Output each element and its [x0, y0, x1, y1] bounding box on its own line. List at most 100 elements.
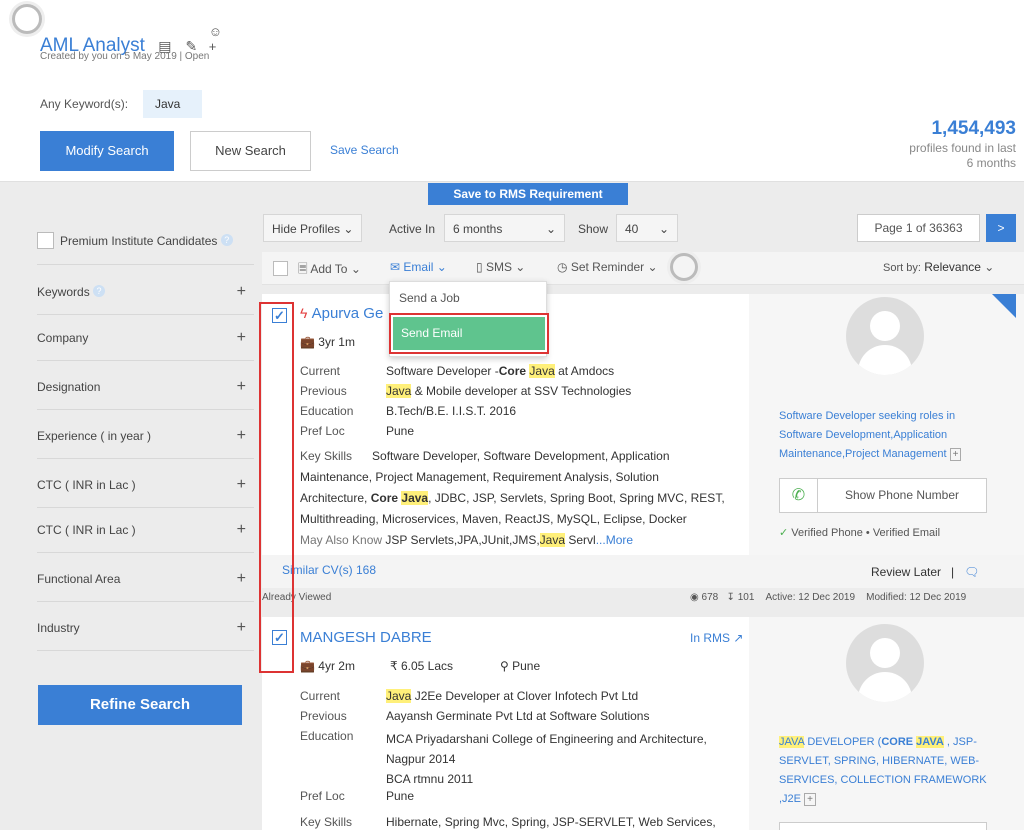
- field-label: Pref Loc: [300, 424, 345, 438]
- expand-icon[interactable]: +: [237, 414, 246, 458]
- field-label: Education: [300, 404, 354, 418]
- show-phone-button[interactable]: [779, 822, 987, 830]
- filter-ctc-expected[interactable]: CTC ( INR in Lac ) +: [37, 508, 254, 553]
- field-label: Current: [300, 364, 341, 378]
- location: ⚲ Pune: [500, 659, 541, 673]
- candidate-name[interactable]: MANGESH DABRE: [300, 629, 432, 646]
- email-menu[interactable]: ✉ Email ⌄: [390, 260, 447, 274]
- similar-cvs-link[interactable]: Similar CV(s) 168: [282, 563, 376, 577]
- active-in-label: Active In: [389, 222, 436, 236]
- education: B.Tech/B.E. I.I.S.T. 2016: [386, 404, 517, 418]
- more-link[interactable]: ...More: [596, 533, 633, 547]
- subtitle: Created by you on 5 May 2019 | Open: [40, 51, 210, 62]
- filter-label: CTC ( INR in Lac ): [37, 523, 136, 537]
- review-later-button[interactable]: Review Later | 🗨: [871, 565, 979, 579]
- expand-icon[interactable]: +: [949, 448, 962, 461]
- filter-label: Company: [37, 331, 89, 345]
- show-phone-button[interactable]: ✆ Show Phone Number: [779, 478, 987, 513]
- avatar: [846, 297, 924, 375]
- send-email-label: Send Email: [393, 317, 545, 350]
- current-role: Software Developer -Core Java at Amdocs: [386, 364, 615, 378]
- add-user-icon[interactable]: ☺+: [209, 24, 225, 54]
- filter-keywords[interactable]: Keywords ? +: [37, 270, 254, 315]
- set-reminder-menu[interactable]: ◷ Set Reminder ⌄: [557, 260, 658, 274]
- filter-industry[interactable]: Industry +: [37, 606, 254, 651]
- comment-icon[interactable]: 🗨: [964, 565, 979, 579]
- filter-label: Industry: [37, 621, 80, 635]
- ctc: ₹ 6.05 Lacs: [390, 659, 454, 673]
- expand-icon[interactable]: +: [237, 316, 246, 360]
- select-all-checkbox[interactable]: [273, 261, 288, 276]
- key-skills: Hibernate, Spring Mvc, Spring, JSP-SERVL…: [386, 815, 716, 829]
- previous-role: Aayansh Germinate Pvt Ltd at Software So…: [386, 709, 650, 723]
- hot-icon: ϟ: [300, 305, 308, 321]
- premium-label: Premium Institute Candidates ?: [60, 234, 233, 248]
- expand-icon[interactable]: +: [237, 606, 246, 650]
- expand-icon[interactable]: +: [237, 557, 246, 601]
- field-label: Pref Loc: [300, 789, 345, 803]
- new-search-button[interactable]: New Search: [190, 131, 311, 171]
- experience: 💼 3yr 1m: [300, 335, 355, 349]
- in-rms-badge[interactable]: In RMS ↗: [690, 631, 743, 645]
- education: MCA Priyadarshani College of Engineering…: [386, 732, 707, 786]
- field-label: Previous: [300, 384, 347, 398]
- save-search-link[interactable]: Save Search: [330, 143, 399, 157]
- profile-count: 1,454,493: [931, 118, 1016, 139]
- phone-icon: ✆: [780, 479, 818, 512]
- save-to-rms-button[interactable]: Save to RMS Requirement: [428, 183, 628, 205]
- filter-experience[interactable]: Experience ( in year ) +: [37, 414, 254, 459]
- show-label: Show: [578, 222, 609, 236]
- field-label: Education: [300, 729, 354, 743]
- next-page-button[interactable]: >: [986, 214, 1016, 242]
- view-stats: ◉ 678 ↧ 101 Active: 12 Dec 2019 Modified…: [690, 592, 967, 603]
- pref-location: Pune: [386, 789, 415, 803]
- pref-location: Pune: [386, 424, 415, 438]
- send-email-option[interactable]: Send Email: [389, 313, 549, 354]
- previous-role: Java & Mobile developer at SSV Technolog…: [386, 384, 632, 398]
- filter-label: Keywords: [37, 285, 90, 299]
- touch-ripple: [12, 4, 42, 34]
- touch-ripple: [670, 253, 698, 281]
- send-job-option[interactable]: Send a Job: [399, 291, 460, 305]
- expand-icon[interactable]: +: [237, 365, 246, 409]
- show-count-select[interactable]: 40 ⌄: [616, 214, 678, 242]
- field-label: Previous: [300, 709, 347, 723]
- selection-highlight: [259, 302, 294, 673]
- headline[interactable]: JAVA DEVELOPER (CORE JAVA , JSP- SERVLET…: [779, 733, 1004, 809]
- filter-designation[interactable]: Designation +: [37, 365, 254, 410]
- experience: 💼 4yr 2m: [300, 659, 355, 673]
- sort-by-dropdown[interactable]: Sort by: Relevance ⌄: [883, 260, 994, 274]
- expand-icon[interactable]: +: [804, 793, 816, 806]
- filter-functional-area[interactable]: Functional Area +: [37, 557, 254, 602]
- active-in-select[interactable]: 6 months ⌄: [444, 214, 565, 242]
- field-label: Current: [300, 689, 341, 703]
- new-badge: [992, 294, 1016, 318]
- divider: [37, 264, 254, 265]
- help-icon[interactable]: ?: [93, 285, 106, 297]
- verification-status: ✓ Verified Phone • Verified Email: [779, 527, 941, 539]
- add-to-menu[interactable]: 🗏 Add To ⌄: [298, 260, 361, 281]
- modify-search-button[interactable]: Modify Search: [40, 131, 174, 171]
- headline[interactable]: Software Developer seeking roles in Soft…: [779, 407, 999, 464]
- filter-ctc[interactable]: CTC ( INR in Lac ) +: [37, 463, 254, 508]
- filter-company[interactable]: Company +: [37, 316, 254, 361]
- keyword-chip[interactable]: Java: [143, 90, 202, 118]
- refine-search-button[interactable]: Refine Search: [38, 685, 242, 725]
- expand-icon[interactable]: +: [237, 463, 246, 507]
- avatar: [846, 624, 924, 702]
- premium-checkbox[interactable]: [37, 232, 54, 249]
- filter-label: Designation: [37, 380, 101, 394]
- search-header: AML Analyst ▤ ✎ ☺+ Created by you on 5 M…: [0, 0, 1024, 182]
- field-label: Key Skills: [300, 815, 353, 829]
- keyword-label: Any Keyword(s):: [40, 97, 129, 111]
- sms-menu[interactable]: ▯ SMS ⌄: [476, 260, 525, 274]
- show-phone-label: Show Phone Number: [844, 488, 960, 502]
- candidate-name[interactable]: ϟ Apurva Ge: [300, 305, 383, 322]
- filter-label: Experience ( in year ): [37, 429, 152, 443]
- help-icon[interactable]: ?: [220, 234, 233, 246]
- key-skills: Key Skills Software Developer, Software …: [300, 449, 725, 547]
- expand-icon[interactable]: +: [237, 270, 246, 314]
- hide-profiles-dropdown[interactable]: Hide Profiles ⌄: [263, 214, 363, 242]
- expand-icon[interactable]: +: [237, 508, 246, 552]
- filter-label: CTC ( INR in Lac ): [37, 478, 136, 492]
